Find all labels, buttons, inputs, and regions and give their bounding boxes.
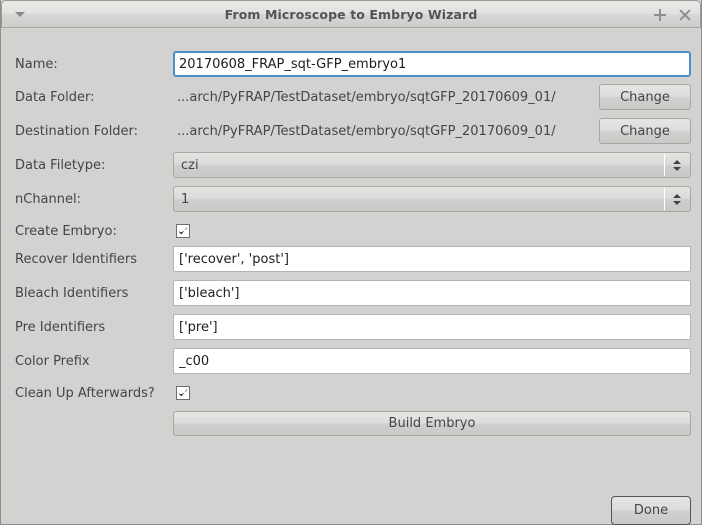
row-data-folder: Data Folder: ...arch/PyFRAP/TestDataset/… <box>1 82 702 112</box>
row-pre-identifiers: Pre Identifiers <box>1 312 702 342</box>
row-name: Name: <box>1 49 702 79</box>
row-data-filetype: Data Filetype: czi <box>1 150 702 180</box>
bleach-identifiers-label: Bleach Identifiers <box>15 285 129 301</box>
data-filetype-combobox[interactable]: czi <box>173 152 691 178</box>
recover-identifiers-label: Recover Identifiers <box>15 251 138 267</box>
color-prefix-input[interactable] <box>173 348 691 374</box>
chevron-down-icon <box>673 200 681 205</box>
destination-folder-change-button[interactable]: Change <box>599 118 691 144</box>
row-create-embryo: Create Embryo: <box>1 216 702 246</box>
nchannel-value: 1 <box>181 191 190 207</box>
chevron-down-icon <box>673 166 681 171</box>
destination-folder-label: Destination Folder: <box>15 123 139 139</box>
row-bleach-identifiers: Bleach Identifiers <box>1 278 702 308</box>
titlebar-controls <box>653 1 692 29</box>
data-folder-change-button[interactable]: Change <box>599 84 691 110</box>
checkmark-icon <box>178 226 188 235</box>
chevron-up-icon <box>673 159 681 164</box>
clean-up-checkbox[interactable] <box>176 386 190 400</box>
row-build-embryo: Build Embryo <box>1 408 702 438</box>
name-input[interactable] <box>173 51 691 77</box>
data-folder-label: Data Folder: <box>15 89 95 105</box>
window-title: From Microscope to Embryo Wizard <box>224 6 478 22</box>
close-icon[interactable] <box>678 8 692 22</box>
row-clean-up: Clean Up Afterwards? <box>1 378 702 408</box>
create-embryo-checkbox[interactable] <box>176 224 190 238</box>
row-destination-folder: Destination Folder: ...arch/PyFRAP/TestD… <box>1 116 702 146</box>
titlebar: From Microscope to Embryo Wizard <box>1 0 701 28</box>
recover-identifiers-input[interactable] <box>173 246 691 272</box>
create-embryo-label: Create Embryo: <box>15 223 117 239</box>
pre-identifiers-input[interactable] <box>173 314 691 340</box>
nchannel-spinbox[interactable]: 1 <box>173 186 691 212</box>
data-filetype-spinner-arrows[interactable] <box>664 154 689 176</box>
nchannel-label: nChannel: <box>15 191 81 207</box>
row-recover-identifiers: Recover Identifiers <box>1 244 702 274</box>
data-filetype-value: czi <box>181 157 199 173</box>
bleach-identifiers-input[interactable] <box>173 280 691 306</box>
nchannel-spinner-arrows[interactable] <box>664 188 689 210</box>
build-embryo-button[interactable]: Build Embryo <box>173 410 691 436</box>
destination-folder-path: ...arch/PyFRAP/TestDataset/embryo/sqtGFP… <box>177 123 556 139</box>
data-filetype-label: Data Filetype: <box>15 157 106 173</box>
row-color-prefix: Color Prefix <box>1 346 702 376</box>
row-nchannel: nChannel: 1 <box>1 184 702 214</box>
checkmark-icon <box>178 388 188 397</box>
chevron-up-icon <box>673 193 681 198</box>
clean-up-label: Clean Up Afterwards? <box>15 385 155 401</box>
color-prefix-label: Color Prefix <box>15 353 90 369</box>
plus-icon[interactable] <box>653 8 667 22</box>
pre-identifiers-label: Pre Identifiers <box>15 319 106 335</box>
wizard-window: From Microscope to Embryo Wizard Name: D… <box>0 0 702 525</box>
data-folder-path: ...arch/PyFRAP/TestDataset/embryo/sqtGFP… <box>177 89 556 105</box>
done-button[interactable]: Done <box>611 496 691 525</box>
form-area: Name: Data Folder: ...arch/PyFRAP/TestDa… <box>1 28 702 525</box>
name-label: Name: <box>15 56 58 72</box>
